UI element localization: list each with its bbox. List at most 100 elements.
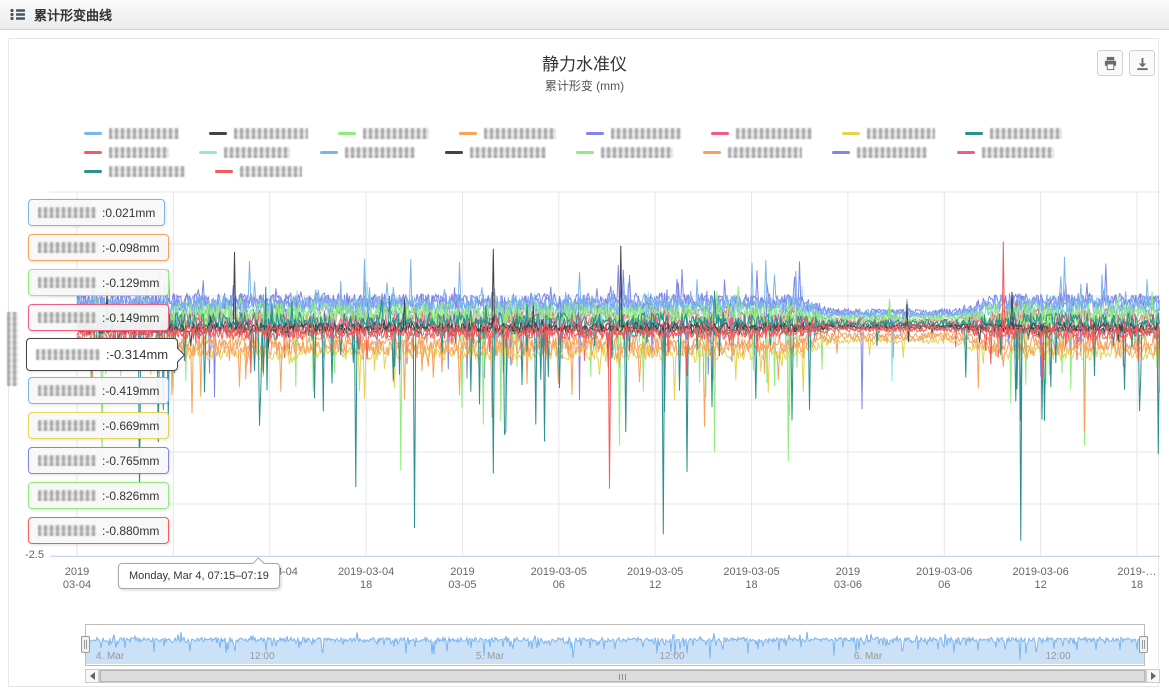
- tooltip-series-value: :-0.419mm: [28, 377, 169, 404]
- series-label-redacted: [109, 128, 179, 139]
- export-buttons: [1097, 50, 1155, 76]
- x-axis-tick-label: 2019-03-0518: [697, 566, 807, 592]
- sensor-value: :-0.098mm: [102, 241, 159, 255]
- legend-item[interactable]: [576, 145, 673, 159]
- sensor-value: :-0.765mm: [102, 454, 159, 468]
- navigator-handle-left[interactable]: [81, 636, 90, 653]
- series-label-redacted: [224, 147, 290, 158]
- legend-item[interactable]: [199, 145, 290, 159]
- sensor-name-redacted: [38, 525, 96, 536]
- sensor-name-redacted: [38, 277, 96, 288]
- series-label-redacted: [484, 128, 556, 139]
- series-color-swatch: [459, 132, 477, 135]
- scroll-left-arrow-icon: [86, 672, 95, 680]
- series-label-redacted: [736, 128, 812, 139]
- tooltip-time-header: Monday, Mar 4, 07:15–07:19: [118, 563, 280, 589]
- series-label-redacted: [990, 128, 1062, 139]
- legend-item[interactable]: [832, 145, 927, 159]
- series-label-redacted: [857, 147, 927, 158]
- series-label-redacted: [345, 147, 415, 158]
- legend-item[interactable]: [84, 164, 185, 178]
- sensor-value: :-0.314mm: [106, 347, 168, 362]
- legend-item[interactable]: [338, 126, 429, 140]
- download-chart-button[interactable]: [1129, 50, 1155, 76]
- series-color-swatch: [209, 132, 227, 135]
- series-label-redacted: [240, 166, 302, 177]
- series-label-redacted: [109, 147, 169, 158]
- legend-item[interactable]: [209, 126, 308, 140]
- sensor-name-redacted: [38, 490, 96, 501]
- scroll-right-arrow-icon: [1151, 672, 1160, 680]
- x-axis-tick-label: 201903-06: [793, 566, 903, 592]
- series-label-redacted: [363, 128, 429, 139]
- series-color-swatch: [445, 151, 463, 154]
- scrollbar-left-button[interactable]: [85, 669, 99, 683]
- tooltip-series-value: :-0.826mm: [28, 482, 169, 509]
- legend-item[interactable]: [320, 145, 415, 159]
- tooltip-series-value: :0.021mm: [28, 199, 165, 226]
- series-color-swatch: [965, 132, 983, 135]
- legend-item[interactable]: [586, 126, 681, 140]
- tooltip-series-value: :-0.129mm: [28, 269, 169, 296]
- series-color-swatch: [199, 151, 217, 154]
- x-axis-tick-label: 201903-05: [407, 566, 517, 592]
- print-chart-button[interactable]: [1097, 50, 1123, 76]
- legend-item[interactable]: [84, 145, 169, 159]
- legend-item[interactable]: [84, 126, 179, 140]
- tooltip-series-value: :-0.880mm: [28, 517, 169, 544]
- series-color-swatch: [84, 170, 102, 173]
- navigator-tick-label: 12:00: [659, 651, 684, 662]
- sensor-name-redacted: [36, 349, 100, 360]
- sensor-value: :-0.669mm: [102, 419, 159, 433]
- series-color-swatch: [338, 132, 356, 135]
- x-axis-tick-label: 2019-03-0512: [600, 566, 710, 592]
- series-label-redacted: [728, 147, 802, 158]
- chart-title: 静力水准仪: [0, 50, 1169, 75]
- sensor-value: :-0.826mm: [102, 489, 159, 503]
- scrollbar-thumb[interactable]: [100, 670, 1145, 682]
- scrollbar-right-button[interactable]: [1146, 669, 1160, 683]
- series-label-redacted: [109, 166, 185, 177]
- series-color-swatch: [215, 170, 233, 173]
- legend-item[interactable]: [957, 145, 1054, 159]
- x-axis-tick-label: 2019-03-0606: [889, 566, 999, 592]
- series-color-swatch: [832, 151, 850, 154]
- series-label-redacted: [601, 147, 673, 158]
- series-color-swatch: [586, 132, 604, 135]
- legend-item[interactable]: [965, 126, 1062, 140]
- legend-item[interactable]: [459, 126, 556, 140]
- scrollbar-track[interactable]: [99, 669, 1146, 683]
- navigator-handle-right[interactable]: [1139, 636, 1148, 653]
- tooltip-series-value: :-0.098mm: [28, 234, 169, 261]
- legend-item[interactable]: [842, 126, 935, 140]
- x-axis-tick-label: 2019-03-0612: [986, 566, 1096, 592]
- legend-item[interactable]: [215, 164, 302, 178]
- series-color-swatch: [84, 151, 102, 154]
- navigator-tick-label: 6. Mar: [854, 651, 882, 662]
- sensor-value: :-0.149mm: [102, 311, 159, 325]
- legend-item[interactable]: [445, 145, 546, 159]
- legend: [84, 126, 1089, 178]
- series-label-redacted: [234, 128, 308, 139]
- sensor-name-redacted: [38, 455, 96, 466]
- navigator-tick-label: 4. Mar: [96, 651, 124, 662]
- tooltip-series-value: :-0.765mm: [28, 447, 169, 474]
- x-axis-tick-label: 2019-…18: [1082, 566, 1169, 592]
- legend-item[interactable]: [703, 145, 802, 159]
- series-label-redacted: [470, 147, 546, 158]
- series-color-swatch: [703, 151, 721, 154]
- download-icon: [1135, 56, 1150, 71]
- sensor-name-redacted: [38, 420, 96, 431]
- series-color-swatch: [957, 151, 975, 154]
- sensor-value: :0.021mm: [102, 206, 155, 220]
- navigator-tick-label: 12:00: [1045, 651, 1070, 662]
- series-color-swatch: [320, 151, 338, 154]
- legend-item[interactable]: [711, 126, 812, 140]
- printer-icon: [1103, 56, 1118, 71]
- series-label-redacted: [611, 128, 681, 139]
- sensor-value: :-0.129mm: [102, 276, 159, 290]
- tooltip-series-value: :-0.149mm: [28, 304, 169, 331]
- sensor-name-redacted: [38, 385, 96, 396]
- series-label-redacted: [867, 128, 935, 139]
- chart-subtitle: 累计形变 (mm): [0, 77, 1169, 94]
